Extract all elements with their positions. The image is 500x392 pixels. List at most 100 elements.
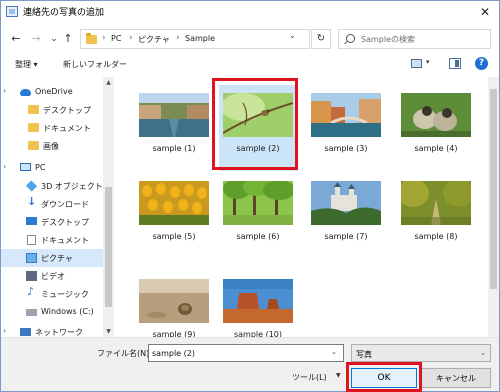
new-folder-button[interactable]: 新しいフォルダー xyxy=(63,59,127,70)
expand-icon[interactable]: › xyxy=(3,326,6,335)
sidebar-item-label: ドキュメント xyxy=(43,124,91,133)
folder-icon xyxy=(86,33,97,44)
image-thumbnail xyxy=(139,93,209,137)
cancel-button[interactable]: キャンセル xyxy=(421,368,491,388)
sidebar-item-label: PC xyxy=(35,163,46,172)
sidebar-item-music[interactable]: ミュージック xyxy=(1,285,103,303)
file-name: sample (7) xyxy=(324,232,368,241)
sidebar-item-label: ダウンロード xyxy=(41,200,89,209)
add-contact-photo-dialog: 連絡先の写真の追加 ✕ ← → ⌄ ↑ › PC › ピクチャ › Sample… xyxy=(0,0,500,392)
file-list: sample (1) sample (2) sample (3) sample … xyxy=(117,77,485,339)
sidebar-item-network[interactable]: › ネットワーク xyxy=(1,323,103,337)
scroll-down-icon[interactable]: ▼ xyxy=(103,326,114,337)
file-item-sample-6[interactable]: sample (6) xyxy=(219,173,297,259)
sidebar-item-windows-c[interactable]: Windows (C:) xyxy=(1,303,103,321)
breadcrumb-pictures[interactable]: ピクチャ xyxy=(138,34,170,45)
image-thumbnail xyxy=(223,93,293,137)
3d-objects-icon xyxy=(25,180,38,192)
sidebar-item-videos[interactable]: ビデオ xyxy=(1,267,103,285)
folder-icon xyxy=(28,105,39,114)
preview-pane-button[interactable] xyxy=(449,58,461,69)
command-bar: 整理 ▾ 新しいフォルダー ▾ ? xyxy=(1,56,499,74)
sidebar-item-documents[interactable]: ドキュメント xyxy=(1,231,103,249)
app-icon xyxy=(6,6,18,17)
expand-icon[interactable]: › xyxy=(3,86,6,95)
sidebar-item-pictures[interactable]: ピクチャ xyxy=(1,249,103,267)
navigation-pane-scrollbar[interactable]: ▲ ▼ xyxy=(103,77,114,337)
pictures-icon xyxy=(26,253,37,263)
navigation-pane: › OneDrive デスクトップ ドキュメント 画像 › PC 3D オブジェ… xyxy=(1,77,114,337)
forward-button[interactable]: → xyxy=(28,31,44,47)
sidebar-item-3d-objects[interactable]: 3D オブジェクト xyxy=(1,177,103,195)
sidebar-item-onedrive-documents[interactable]: ドキュメント xyxy=(1,119,103,137)
breadcrumb-separator: › xyxy=(176,33,180,43)
cloud-icon xyxy=(20,89,31,96)
sidebar-item-label: OneDrive xyxy=(35,87,73,96)
sidebar-item-label: 画像 xyxy=(43,142,59,151)
file-item-sample-5[interactable]: sample (5) xyxy=(135,173,213,259)
sidebar-item-label: デスクトップ xyxy=(43,106,91,115)
image-thumbnail xyxy=(223,181,293,225)
organize-button[interactable]: 整理 ▾ xyxy=(15,59,38,70)
folder-icon xyxy=(28,141,39,150)
folder-icon xyxy=(28,123,39,132)
help-icon[interactable]: ? xyxy=(475,57,488,70)
tools-label: ツール(L) xyxy=(292,373,327,382)
file-item-sample-7[interactable]: sample (7) xyxy=(307,173,385,259)
video-icon xyxy=(26,271,37,281)
scroll-up-icon[interactable]: ▲ xyxy=(103,77,114,88)
file-name: sample (2) xyxy=(236,144,280,153)
file-item-sample-3[interactable]: sample (3) xyxy=(307,85,385,171)
up-button[interactable]: ↑ xyxy=(60,31,76,47)
file-item-sample-4[interactable]: sample (4) xyxy=(397,85,475,171)
file-name: sample (1) xyxy=(152,144,196,153)
sidebar-item-onedrive-images[interactable]: 画像 xyxy=(1,137,103,155)
drive-icon xyxy=(26,309,37,316)
sidebar-item-label: ネットワーク xyxy=(35,328,83,337)
sidebar-item-onedrive[interactable]: › OneDrive xyxy=(1,83,103,101)
image-thumbnail xyxy=(139,279,209,323)
sidebar-item-pc[interactable]: › PC xyxy=(1,159,103,177)
file-item-sample-1[interactable]: sample (1) xyxy=(135,85,213,171)
image-thumbnail xyxy=(139,181,209,225)
sidebar-item-onedrive-desktop[interactable]: デスクトップ xyxy=(1,101,103,119)
address-dropdown-icon[interactable]: ⌄ xyxy=(289,31,296,40)
sidebar-item-desktop[interactable]: デスクトップ xyxy=(1,213,103,231)
expand-icon[interactable]: › xyxy=(3,162,6,171)
close-button[interactable]: ✕ xyxy=(477,4,493,20)
music-icon xyxy=(26,285,37,299)
file-list-scrollbar[interactable] xyxy=(488,77,499,337)
sidebar-item-label: ビデオ xyxy=(41,272,65,281)
filetype-value: 写真 xyxy=(356,350,372,359)
image-thumbnail xyxy=(223,279,293,323)
refresh-button[interactable]: ↻ xyxy=(311,29,331,49)
chevron-down-icon: ▼ xyxy=(336,372,341,379)
file-name: sample (3) xyxy=(324,144,368,153)
sidebar-item-label: デスクトップ xyxy=(41,218,89,227)
breadcrumb-sample[interactable]: Sample xyxy=(185,34,215,43)
file-item-sample-2[interactable]: sample (2) xyxy=(219,85,297,171)
back-button[interactable]: ← xyxy=(8,31,24,47)
breadcrumb-pc[interactable]: PC xyxy=(111,34,121,43)
filetype-select[interactable]: 写真 ⌄ xyxy=(351,344,491,362)
file-name: sample (4) xyxy=(414,144,458,153)
file-item-sample-8[interactable]: sample (8) xyxy=(397,173,475,259)
filename-label: ファイル名(N): xyxy=(97,349,152,358)
download-icon xyxy=(26,195,37,209)
search-box[interactable] xyxy=(338,29,491,49)
sidebar-item-downloads[interactable]: ダウンロード xyxy=(1,195,103,213)
sidebar-item-label: ドキュメント xyxy=(41,236,89,245)
address-bar[interactable]: › PC › ピクチャ › Sample xyxy=(80,29,310,49)
scrollbar-thumb[interactable] xyxy=(490,89,497,289)
file-name: sample (5) xyxy=(152,232,196,241)
search-icon xyxy=(346,34,355,43)
chevron-down-icon[interactable]: ⌄ xyxy=(331,348,337,356)
image-thumbnail xyxy=(401,93,471,137)
search-input[interactable] xyxy=(361,33,486,45)
tools-menu-button[interactable]: ツール(L) ▼ xyxy=(292,368,344,386)
scrollbar-thumb[interactable] xyxy=(105,187,112,307)
file-name: sample (6) xyxy=(236,232,280,241)
ok-button[interactable]: OK xyxy=(351,368,417,388)
change-view-button[interactable]: ▾ xyxy=(411,58,435,70)
filename-input[interactable] xyxy=(148,344,344,362)
